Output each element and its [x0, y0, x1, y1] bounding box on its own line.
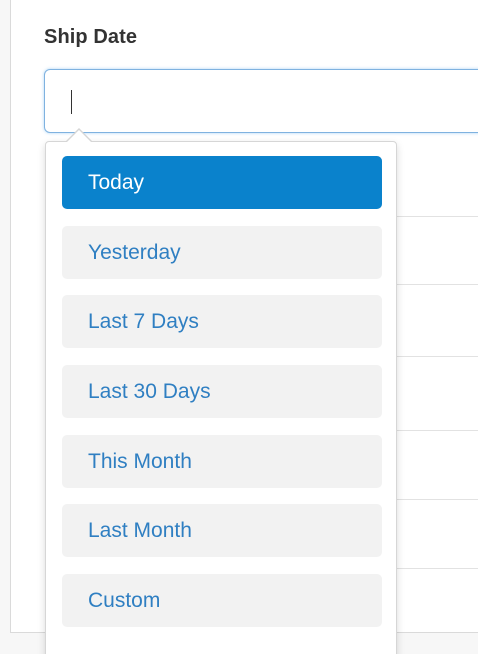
- range-option-yesterday[interactable]: Yesterday: [62, 225, 382, 279]
- background-row-divider: [396, 499, 478, 500]
- background-row-divider: [396, 356, 478, 357]
- background-row-divider: [396, 430, 478, 431]
- range-option-last-7-days[interactable]: Last 7 Days: [62, 295, 382, 349]
- range-option-custom[interactable]: Custom: [62, 574, 382, 628]
- range-option-today[interactable]: Today: [62, 156, 382, 209]
- background-row-divider: [396, 568, 478, 569]
- panel-shade-left: [0, 0, 10, 654]
- text-caret: [71, 90, 72, 114]
- range-option-this-month[interactable]: This Month: [62, 434, 382, 488]
- panel-border-left: [10, 0, 11, 632]
- date-range-options: Today Yesterday Last 7 Days Last 30 Days…: [62, 156, 382, 644]
- background-row-divider: [396, 216, 478, 217]
- range-option-last-30-days[interactable]: Last 30 Days: [62, 365, 382, 419]
- background-row-divider: [396, 284, 478, 285]
- range-option-last-month[interactable]: Last Month: [62, 504, 382, 558]
- dropdown-pointer-fill: [67, 130, 91, 142]
- ship-date-label: Ship Date: [44, 26, 138, 48]
- ship-date-input[interactable]: [44, 69, 478, 133]
- ship-date-filter-page: Ship Date Today Yesterday Last 7 Days La…: [0, 0, 478, 654]
